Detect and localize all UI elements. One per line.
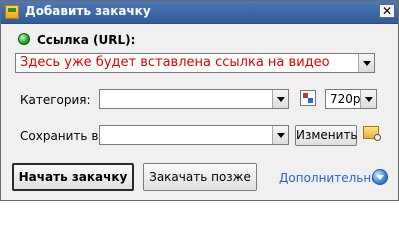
green-circle-icon [18,33,30,45]
category-icon[interactable] [300,90,316,106]
download-dialog: Добавить закачку ✕ Ссылка (URL): Здесь у… [0,0,399,201]
change-button[interactable]: Изменить [295,125,358,146]
app-icon [5,5,19,19]
url-field[interactable]: Здесь уже будет вставлена ссылка на виде… [15,53,375,73]
more-options-link[interactable]: Дополнительно [279,171,379,185]
quality-combo[interactable]: 720p [325,89,377,109]
url-label: Ссылка (URL): [37,33,136,47]
chevron-down-icon[interactable] [372,169,388,185]
save-path-combo[interactable] [99,125,289,145]
close-icon: ✕ [381,4,393,18]
url-value: Здесь уже будет вставлена ссылка на виде… [20,55,330,70]
start-download-button[interactable]: Начать закачку [12,163,134,191]
quality-value: 720p [330,92,361,106]
title-bar: Добавить закачку ✕ [1,1,398,24]
download-later-button[interactable]: Закачать позже [143,163,257,191]
save-path-dropdown-button[interactable] [272,126,288,144]
close-button[interactable]: ✕ [379,4,395,18]
category-label: Категория: [20,93,91,107]
quality-dropdown-button[interactable] [360,90,376,108]
window-title: Добавить закачку [25,4,151,18]
category-dropdown-button[interactable] [272,90,288,108]
folder-icon[interactable] [363,126,381,141]
category-combo[interactable] [99,89,289,109]
save-label: Сохранить в: [20,129,103,143]
url-dropdown-button[interactable] [358,54,374,72]
